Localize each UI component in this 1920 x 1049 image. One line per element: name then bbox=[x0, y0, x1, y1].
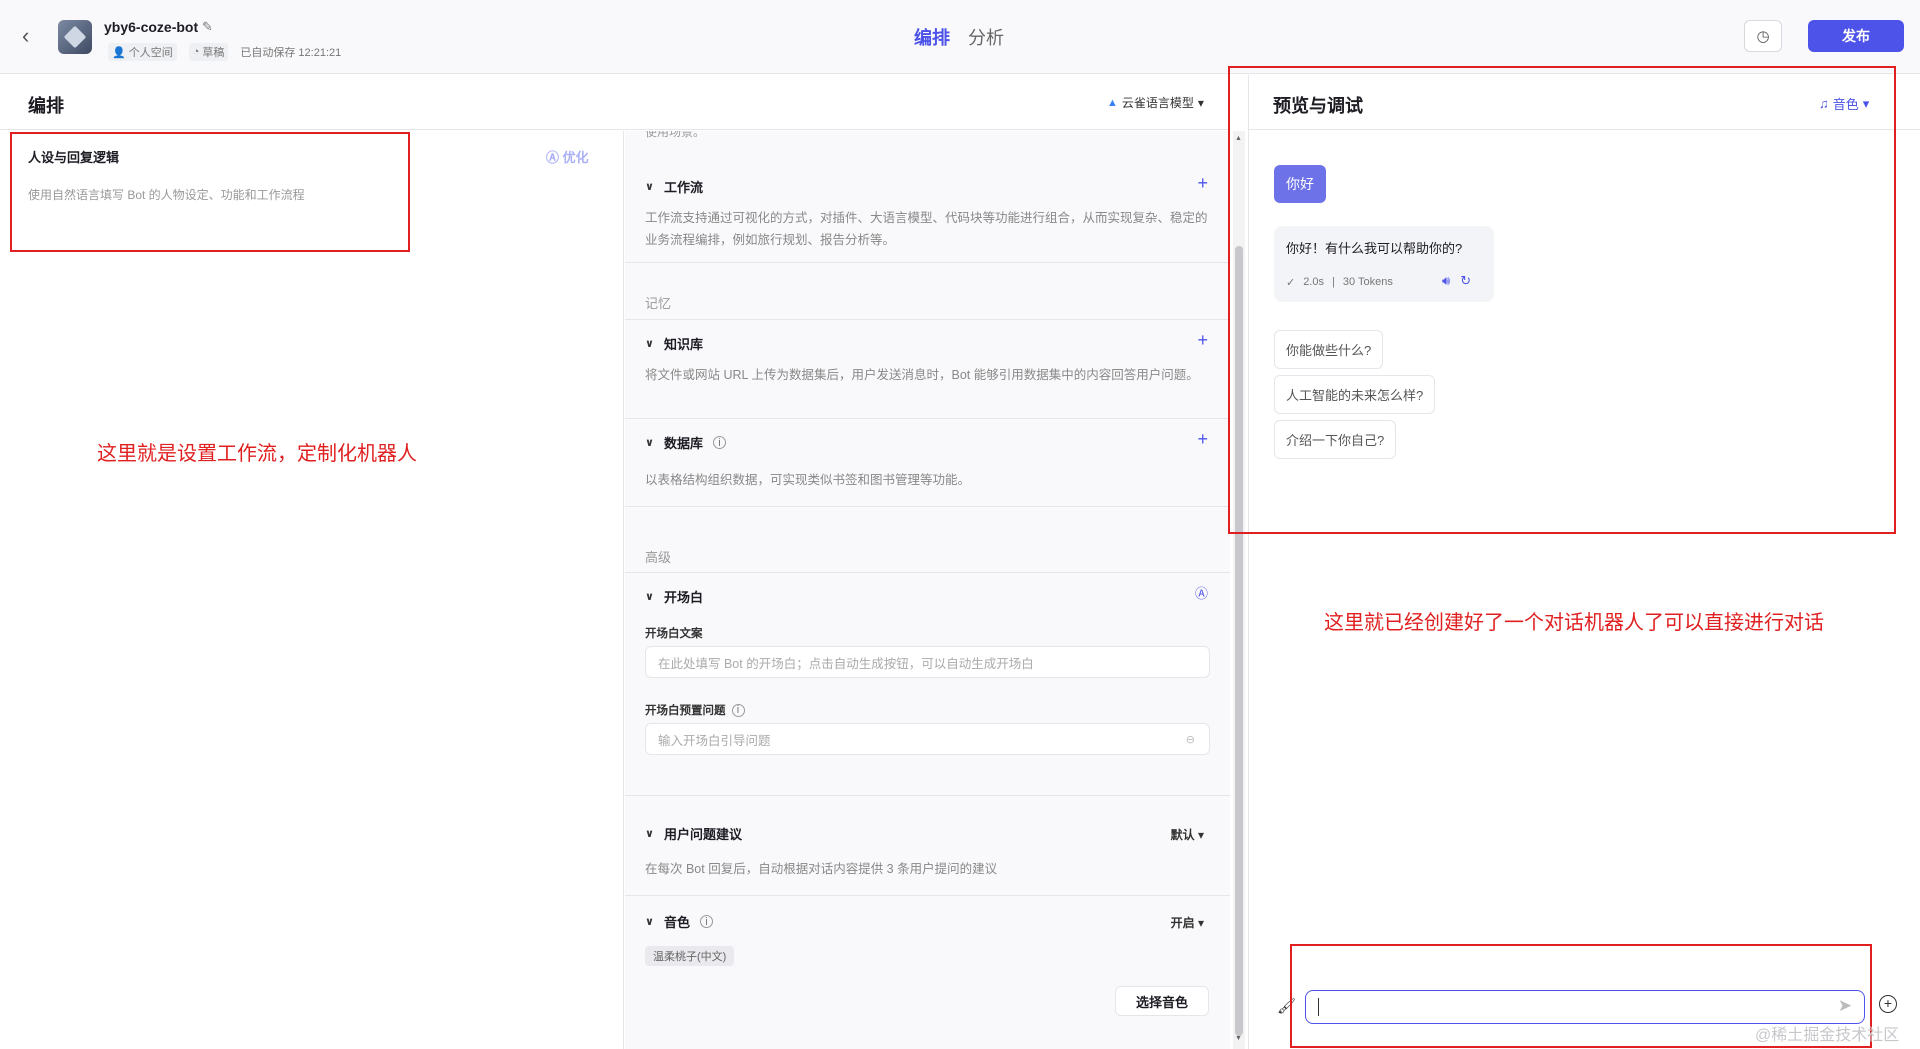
opening-text-label: 开场白文案 bbox=[645, 628, 703, 640]
status-badge: ◔ 草稿 bbox=[188, 43, 229, 61]
tab-arrange[interactable]: 编排 bbox=[914, 24, 950, 50]
history-button[interactable]: ◷ bbox=[1744, 20, 1782, 52]
database-desc: 以表格结构组织数据，可实现类似书签和图书管理等功能。 bbox=[645, 473, 971, 487]
clear-icon[interactable]: ⊖ bbox=[1186, 733, 1195, 746]
clock-icon: ◷ bbox=[1756, 28, 1770, 45]
cut-text: 使用场景。 bbox=[645, 131, 706, 139]
suggestion-section: ∨ 用户问题建议 默认 ▾ 在每次 Bot 回复后，自动根据对话内容提供 3 条用… bbox=[625, 796, 1230, 896]
knowledge-section: ∨ 知识库 + 将文件或网站 URL 上传为数据集后，用户发送消息时，Bot 能够… bbox=[625, 319, 1230, 419]
arrange-title: 编排 bbox=[28, 96, 64, 116]
annotation-box-persona bbox=[10, 132, 410, 252]
add-workflow-button[interactable]: + bbox=[1197, 173, 1208, 194]
info-icon[interactable]: i bbox=[699, 915, 713, 928]
space-badge: 👤 个人空间 bbox=[108, 43, 177, 61]
annotation-left: 这里就是设置工作流，定制化机器人 bbox=[97, 443, 417, 465]
model-select[interactable]: ▲ 云雀语言模型 ▾ bbox=[1107, 94, 1204, 111]
voice-tag: 温柔桃子(中文) bbox=[645, 946, 735, 966]
persona-panel: 人设与回复逻辑 Ⓐ 优化 使用自然语言填写 Bot 的人物设定、功能和工作流程 … bbox=[0, 131, 624, 1049]
bot-meta: 👤 个人空间 ◔ 草稿 已自动保存 12:21:21 bbox=[108, 43, 341, 61]
annotation-right: 这里就已经创建好了一个对话机器人了可以直接进行对话 bbox=[1324, 612, 1824, 634]
chevron-down-icon: ∨ bbox=[645, 591, 654, 603]
autosave-text: 已自动保存 12:21:21 bbox=[240, 47, 342, 59]
select-voice-button[interactable]: 选择音色 bbox=[1115, 986, 1209, 1016]
workflow-header[interactable]: ∨ 工作流 bbox=[645, 177, 703, 196]
add-knowledge-button[interactable]: + bbox=[1197, 330, 1208, 351]
draft-icon: ◔ bbox=[192, 46, 200, 58]
chevron-down-icon: ∨ bbox=[645, 181, 654, 193]
advanced-label: 高级 bbox=[645, 550, 672, 565]
voice-dropdown[interactable]: 开启 ▾ bbox=[1171, 914, 1204, 931]
annotation-box-preview bbox=[1228, 66, 1896, 534]
chevron-down-icon: ∨ bbox=[645, 338, 654, 350]
optimize-button[interactable]: Ⓐ 优化 bbox=[546, 147, 589, 166]
bot-name: yby6-coze-bot bbox=[104, 19, 199, 35]
chevron-down-icon: ∨ bbox=[645, 916, 654, 928]
opening-section: ∨ 开场白 Ⓐ 开场白文案 在此处填写 Bot 的开场白；点击自动生成按钮，可以自… bbox=[625, 572, 1230, 796]
suggestion-dropdown[interactable]: 默认 ▾ bbox=[1171, 826, 1204, 843]
add-attachment-icon[interactable]: + bbox=[1879, 995, 1897, 1013]
voice-section: ∨ 音色 i 开启 ▾ bbox=[625, 896, 1230, 1049]
top-bar: ‹ yby6-coze-bot ✎ 👤 个人空间 ◔ 草稿 已自动保存 12:21:… bbox=[0, 0, 1920, 74]
edit-icon[interactable]: ✎ bbox=[202, 19, 213, 35]
opening-header[interactable]: ∨ 开场白 bbox=[645, 587, 703, 606]
suggestion-desc: 在每次 Bot 回复后，自动根据对话内容提供 3 条用户提问的建议 bbox=[645, 862, 998, 876]
scroll-down-icon[interactable]: ▼ bbox=[1235, 1035, 1242, 1042]
voice-header[interactable]: ∨ 音色 i bbox=[645, 912, 713, 931]
watermark: @稀土掘金技术社区 bbox=[1755, 1027, 1900, 1044]
bot-avatar bbox=[58, 20, 92, 54]
skills-panel: 使用场景。 ∨ 工作流 + 工作流支持通过可视化的方式，对插件、大语言模型、代码块… bbox=[625, 131, 1230, 1049]
user-icon: 👤 bbox=[112, 46, 126, 59]
add-database-button[interactable]: + bbox=[1197, 429, 1208, 450]
opening-text-input[interactable]: 在此处填写 Bot 的开场白；点击自动生成按钮，可以自动生成开场白 bbox=[645, 646, 1210, 678]
knowledge-header[interactable]: ∨ 知识库 bbox=[645, 334, 703, 353]
workflow-desc: 工作流支持通过可视化的方式，对插件、大语言模型、代码块等功能进行组合，从而实现复… bbox=[645, 211, 1208, 247]
chevron-down-icon: ▾ bbox=[1197, 95, 1204, 110]
model-icon: ▲ bbox=[1107, 96, 1118, 109]
chevron-down-icon: ∨ bbox=[645, 437, 654, 449]
main-tabs: 编排 分析 bbox=[914, 24, 1004, 50]
publish-button[interactable]: 发布 bbox=[1808, 20, 1904, 52]
memory-label: 记忆 bbox=[645, 296, 672, 311]
optimize-icon: Ⓐ bbox=[546, 150, 563, 165]
tab-analysis[interactable]: 分析 bbox=[968, 24, 1004, 50]
chevron-down-icon: ∨ bbox=[645, 828, 654, 840]
arrange-header: 编排 ▲ 云雀语言模型 ▾ bbox=[0, 75, 1230, 130]
info-icon[interactable]: i bbox=[712, 436, 726, 449]
opening-question-input[interactable]: 输入开场白引导问题 ⊖ bbox=[645, 723, 1210, 755]
workflow-section: ∨ 工作流 + 工作流支持通过可视化的方式，对插件、大语言模型、代码块等功能进行组… bbox=[625, 163, 1230, 263]
database-header[interactable]: ∨ 数据库 i bbox=[645, 433, 726, 452]
opening-question-label: 开场白预置问题 i bbox=[645, 702, 745, 718]
database-section: ∨ 数据库 i + 以表格结构组织数据，可实现类似书签和图书管理等功能。 bbox=[625, 419, 1230, 507]
back-icon[interactable]: ‹ bbox=[22, 24, 42, 48]
suggestion-header[interactable]: ∨ 用户问题建议 bbox=[645, 824, 742, 843]
knowledge-desc: 将文件或网站 URL 上传为数据集后，用户发送消息时，Bot 能够引用数据集中的… bbox=[645, 368, 1199, 382]
info-icon[interactable]: i bbox=[731, 703, 745, 717]
auto-generate-icon[interactable]: Ⓐ bbox=[1195, 583, 1208, 602]
